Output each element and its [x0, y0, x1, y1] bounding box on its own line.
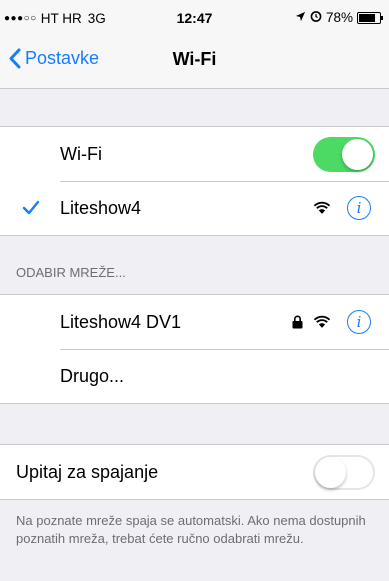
connected-network-name: Liteshow4 — [60, 197, 142, 218]
battery-icon — [357, 11, 383, 24]
check-icon — [22, 200, 40, 215]
page-title: Wi-Fi — [172, 49, 217, 69]
battery-percent: 78% — [325, 10, 353, 25]
wifi-toggle[interactable] — [313, 136, 375, 172]
wifi-toggle-label: Wi-Fi — [60, 143, 102, 164]
other-network-row[interactable]: Drugo... — [0, 349, 389, 403]
ask-to-join-label: Upitaj za spajanje — [16, 461, 159, 482]
wifi-group: Wi-Fi Liteshow4 i — [0, 126, 389, 236]
battery-fill — [359, 13, 375, 22]
status-right: 78% — [295, 10, 383, 25]
wifi-icon — [313, 315, 331, 328]
status-bar: ●●●○○ HT HR 3G 12:47 78% — [0, 0, 389, 34]
ask-to-join-description: Na poznate mreže spaja se automatski. Ak… — [16, 513, 366, 546]
toggle-knob — [342, 138, 373, 170]
info-button[interactable]: i — [347, 310, 371, 334]
lock-icon — [292, 315, 303, 329]
location-arrow-icon — [295, 10, 306, 25]
available-networks-group: Liteshow4 DV1 i Drugo... — [0, 294, 389, 404]
ask-to-join-toggle[interactable] — [313, 454, 375, 490]
section-header-choose-network: ODABIR MREŽE... — [16, 265, 126, 280]
wifi-toggle-row: Wi-Fi — [0, 127, 389, 181]
alarm-icon — [310, 10, 322, 25]
network-row[interactable]: Liteshow4 DV1 i — [0, 295, 389, 349]
navigation-bar: Postavke Wi-Fi — [0, 34, 389, 89]
toggle-knob — [315, 456, 346, 488]
connected-network-row[interactable]: Liteshow4 i — [0, 181, 389, 235]
battery-tip — [381, 15, 383, 20]
info-button[interactable]: i — [347, 196, 371, 220]
ask-to-join-group: Upitaj za spajanje — [0, 444, 389, 500]
wifi-icon — [313, 201, 331, 214]
network-name: Liteshow4 DV1 — [60, 311, 182, 332]
ask-to-join-row: Upitaj za spajanje — [0, 445, 389, 499]
other-network-label: Drugo... — [60, 365, 125, 386]
